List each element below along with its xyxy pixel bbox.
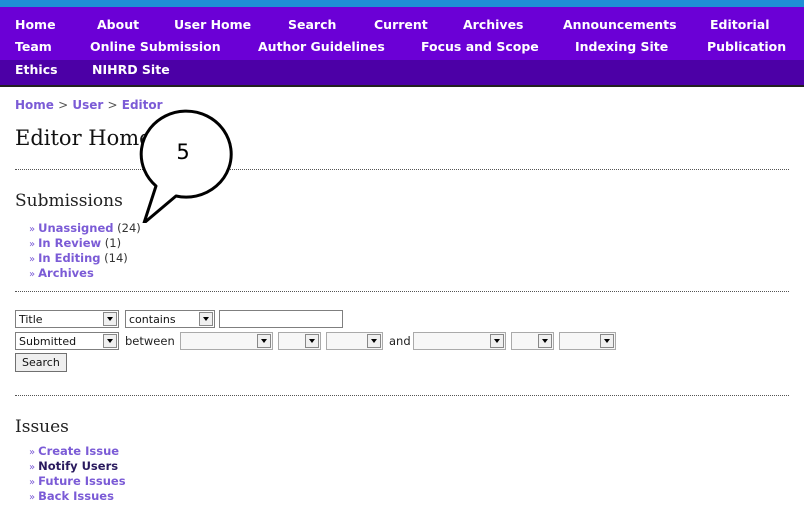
to-month-select[interactable] bbox=[413, 332, 506, 350]
date-field-select[interactable]: Submitted bbox=[15, 332, 119, 350]
list-item: » Back Issues bbox=[29, 489, 126, 504]
nav-online-submission[interactable]: Online Submission bbox=[90, 37, 221, 57]
breadcrumb-home[interactable]: Home bbox=[15, 98, 54, 112]
search-match-value: contains bbox=[129, 313, 176, 326]
dropdown-arrow-icon bbox=[600, 334, 614, 348]
nav-announcements[interactable]: Announcements bbox=[563, 15, 677, 35]
search-field-value: Title bbox=[19, 313, 43, 326]
from-year-select[interactable] bbox=[326, 332, 383, 350]
dropdown-arrow-icon bbox=[538, 334, 552, 348]
list-item: » Unassigned (24) bbox=[29, 221, 141, 236]
bullet: » bbox=[29, 224, 36, 235]
main-nav: Home About User Home Search Current Arch… bbox=[0, 7, 804, 87]
nav-about[interactable]: About bbox=[97, 15, 139, 35]
issues-list: » Create Issue » Notify Users » Future Issu… bbox=[29, 444, 126, 504]
list-item: » Archives bbox=[29, 266, 141, 281]
bullet: » bbox=[29, 462, 36, 473]
from-month-select[interactable] bbox=[180, 332, 273, 350]
search-button[interactable]: Search bbox=[15, 353, 67, 372]
search-field-select[interactable]: Title bbox=[15, 310, 119, 328]
list-item: » Notify Users bbox=[29, 459, 126, 474]
breadcrumb-user[interactable]: User bbox=[72, 98, 103, 112]
from-day-select[interactable] bbox=[278, 332, 321, 350]
notify-users-link[interactable]: Notify Users bbox=[38, 459, 118, 473]
dropdown-arrow-icon bbox=[103, 312, 117, 326]
bullet: » bbox=[29, 492, 36, 503]
nav-ethics[interactable]: Ethics bbox=[15, 60, 58, 80]
bullet: » bbox=[29, 239, 36, 250]
unassigned-link[interactable]: Unassigned bbox=[38, 221, 113, 235]
list-item: » Future Issues bbox=[29, 474, 126, 489]
list-item: » Create Issue bbox=[29, 444, 126, 459]
nav-editorial[interactable]: Editorial bbox=[710, 15, 770, 35]
submissions-heading: Submissions bbox=[15, 191, 123, 211]
nav-user-home[interactable]: User Home bbox=[174, 15, 251, 35]
nav-indexing-site[interactable]: Indexing Site bbox=[575, 37, 668, 57]
bullet: » bbox=[29, 477, 36, 488]
nav-bottom-border bbox=[0, 85, 804, 87]
archives-link[interactable]: Archives bbox=[38, 266, 94, 280]
breadcrumb-separator: > bbox=[58, 98, 69, 112]
callout-number: 5 bbox=[176, 140, 190, 164]
to-day-select[interactable] bbox=[511, 332, 554, 350]
callout-bubble-shape bbox=[139, 109, 233, 225]
search-divider bbox=[15, 395, 789, 396]
search-match-select[interactable]: contains bbox=[125, 310, 215, 328]
submissions-list: » Unassigned (24) » In Review (1) » In Edit… bbox=[29, 221, 141, 281]
back-issues-link[interactable]: Back Issues bbox=[38, 489, 114, 503]
nav-nihrd-site[interactable]: NIHRD Site bbox=[92, 60, 170, 80]
nav-search[interactable]: Search bbox=[288, 15, 336, 35]
to-year-select[interactable] bbox=[559, 332, 616, 350]
and-label: and bbox=[389, 334, 411, 348]
top-accent-strip bbox=[0, 0, 804, 7]
dropdown-arrow-icon bbox=[367, 334, 381, 348]
submissions-divider bbox=[15, 291, 789, 292]
in-editing-count: (14) bbox=[104, 251, 128, 265]
search-input[interactable] bbox=[219, 310, 343, 328]
nav-focus-and-scope[interactable]: Focus and Scope bbox=[421, 37, 539, 57]
nav-current[interactable]: Current bbox=[374, 15, 428, 35]
list-item: » In Review (1) bbox=[29, 236, 141, 251]
list-item: » In Editing (14) bbox=[29, 251, 141, 266]
in-review-count: (1) bbox=[104, 236, 122, 250]
nav-archives[interactable]: Archives bbox=[463, 15, 524, 35]
nav-home[interactable]: Home bbox=[15, 15, 56, 35]
page-title: Editor Home bbox=[15, 126, 152, 150]
between-label: between bbox=[125, 334, 175, 348]
issues-heading: Issues bbox=[15, 417, 69, 437]
bullet: » bbox=[29, 269, 36, 280]
create-issue-link[interactable]: Create Issue bbox=[38, 444, 119, 458]
dropdown-arrow-icon bbox=[490, 334, 504, 348]
in-editing-link[interactable]: In Editing bbox=[38, 251, 100, 265]
unassigned-count: (24) bbox=[117, 221, 141, 235]
future-issues-link[interactable]: Future Issues bbox=[38, 474, 125, 488]
nav-team[interactable]: Team bbox=[15, 37, 52, 57]
nav-publication[interactable]: Publication bbox=[707, 37, 786, 57]
date-field-value: Submitted bbox=[19, 335, 77, 348]
dropdown-arrow-icon bbox=[257, 334, 271, 348]
dropdown-arrow-icon bbox=[199, 312, 213, 326]
dropdown-arrow-icon bbox=[103, 334, 117, 348]
callout-bubble: 5 bbox=[138, 108, 238, 225]
dropdown-arrow-icon bbox=[305, 334, 319, 348]
breadcrumb-separator: > bbox=[107, 98, 118, 112]
nav-author-guidelines[interactable]: Author Guidelines bbox=[258, 37, 385, 57]
title-divider bbox=[15, 169, 789, 170]
bullet: » bbox=[29, 447, 36, 458]
in-review-link[interactable]: In Review bbox=[38, 236, 101, 250]
bullet: » bbox=[29, 254, 36, 265]
